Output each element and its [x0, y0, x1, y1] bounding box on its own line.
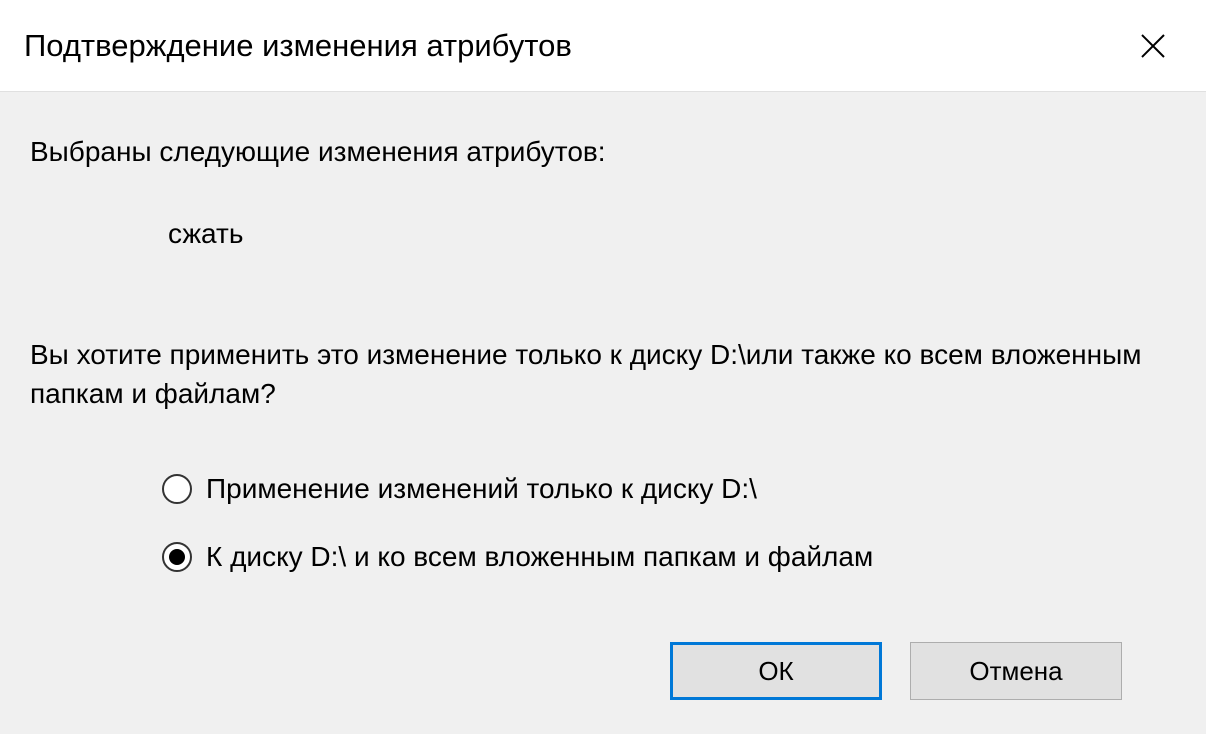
close-button[interactable]: [1130, 23, 1176, 69]
button-row: ОК Отмена: [670, 642, 1122, 700]
radio-apply-drive-only[interactable]: Применение изменений только к диску D:\: [162, 473, 1176, 505]
radio-apply-recursive[interactable]: К диску D:\ и ко всем вложенным папкам и…: [162, 541, 1176, 573]
intro-text: Выбраны следующие изменения атрибутов:: [30, 136, 1176, 168]
dialog: Подтверждение изменения атрибутов Выбран…: [0, 0, 1206, 734]
question-text: Вы хотите применить это изменение только…: [30, 336, 1176, 413]
radio-group: Применение изменений только к диску D:\ …: [162, 473, 1176, 573]
dialog-title: Подтверждение изменения атрибутов: [24, 28, 572, 64]
radio-icon: [162, 474, 192, 504]
close-icon: [1140, 33, 1166, 59]
radio-label: К диску D:\ и ко всем вложенным папкам и…: [206, 541, 873, 573]
ok-button[interactable]: ОК: [670, 642, 882, 700]
attribute-item: сжать: [168, 218, 1176, 250]
titlebar: Подтверждение изменения атрибутов: [0, 0, 1206, 92]
cancel-button[interactable]: Отмена: [910, 642, 1122, 700]
radio-label: Применение изменений только к диску D:\: [206, 473, 757, 505]
dialog-content: Выбраны следующие изменения атрибутов: с…: [0, 92, 1206, 734]
radio-icon: [162, 542, 192, 572]
